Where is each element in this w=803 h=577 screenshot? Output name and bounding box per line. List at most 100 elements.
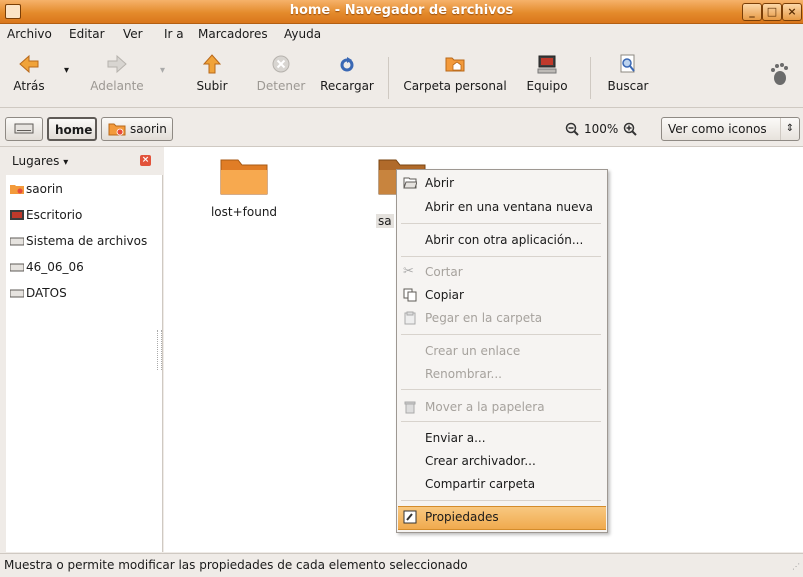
zoom-in-icon[interactable] [623, 122, 637, 136]
sidebar-header-label: Lugares [12, 154, 60, 168]
home-folder-icon [108, 123, 126, 136]
copy-icon [403, 288, 417, 302]
reload-icon [340, 57, 354, 72]
home-folder-label: Carpeta personal [403, 79, 507, 93]
view-mode-select[interactable]: Ver como iconos ⇕ [661, 117, 800, 141]
menu-marcadores[interactable]: Marcadores [198, 27, 268, 41]
chevron-down-icon: ▾ [63, 157, 69, 168]
sidebar-item-escritorio[interactable]: Escritorio [10, 208, 82, 222]
paste-icon [404, 311, 416, 325]
menu-ayuda[interactable]: Ayuda [284, 27, 321, 41]
forward-arrow-icon [107, 54, 127, 74]
close-sidebar-icon[interactable]: × [140, 155, 151, 166]
folder-icon [220, 159, 268, 195]
menu-item-cut[interactable]: Cortar [425, 265, 463, 279]
sidebar: saorin Escritorio Sistema de archivos 46… [6, 175, 163, 552]
menu-separator [401, 389, 601, 390]
trash-icon [404, 401, 416, 414]
menu-ver[interactable]: Ver [123, 27, 143, 41]
sidebar-places-selector[interactable]: Lugares ▾ [12, 154, 68, 168]
zoom-out-icon[interactable] [565, 122, 579, 136]
up-button[interactable]: Subir [190, 51, 234, 103]
drive-icon [10, 237, 24, 246]
menu-item-open-new-window[interactable]: Abrir en una ventana nueva [425, 200, 593, 214]
file-name: sa [376, 214, 394, 228]
search-label: Buscar [607, 79, 649, 93]
updown-arrows-icon: ⇕ [780, 118, 799, 140]
menu-item-send-to[interactable]: Enviar a... [425, 431, 486, 445]
toolbar-separator [590, 57, 591, 99]
drive-icon [10, 263, 24, 272]
open-folder-icon [403, 177, 417, 189]
context-menu: Abrir Abrir en una ventana nueva Abrir c… [396, 169, 608, 533]
sidebar-item-label: Sistema de archivos [26, 234, 148, 248]
forward-button[interactable]: Adelante [82, 51, 152, 103]
menu-item-create-archive[interactable]: Crear archivador... [425, 454, 536, 468]
sidebar-item-label: DATOS [26, 286, 67, 300]
menu-separator [401, 500, 601, 501]
up-label: Subir [196, 79, 228, 93]
sidebar-resize-handle[interactable] [157, 330, 162, 370]
breadcrumb-saorin[interactable]: saorin [101, 117, 173, 141]
menu-separator [401, 223, 601, 224]
forward-label: Adelante [90, 79, 144, 93]
sidebar-item-datos[interactable]: DATOS [10, 286, 67, 300]
menu-separator [401, 334, 601, 335]
menu-ir-a[interactable]: Ir a [164, 27, 184, 41]
computer-icon [537, 55, 557, 74]
toolbar-separator [388, 57, 389, 99]
menu-item-open[interactable]: Abrir [425, 176, 454, 190]
zoom-level[interactable]: 100% [584, 122, 618, 136]
location-toggle-button[interactable] [5, 117, 43, 141]
sidebar-header: Lugares ▾ × [6, 147, 162, 175]
minimize-button[interactable]: _ [742, 3, 762, 21]
menu-separator [401, 256, 601, 257]
up-arrow-icon [202, 54, 222, 74]
menu-item-copy[interactable]: Copiar [425, 288, 464, 302]
search-icon [620, 54, 635, 73]
forward-history-chevron-icon[interactable]: ▾ [160, 65, 165, 76]
back-history-chevron-icon[interactable]: ▾ [64, 65, 69, 76]
close-button[interactable]: × [782, 3, 802, 21]
menu-item-paste[interactable]: Pegar en la carpeta [425, 311, 542, 325]
home-folder-icon [10, 185, 24, 194]
menu-item-open-with[interactable]: Abrir con otra aplicación... [425, 233, 583, 247]
back-arrow-icon [19, 54, 39, 74]
scissors-icon: ✂ [403, 264, 414, 279]
menu-item-share-folder[interactable]: Compartir carpeta [425, 477, 535, 491]
computer-label: Equipo [526, 79, 568, 93]
status-text: Muestra o permite modificar las propieda… [4, 558, 468, 572]
home-folder-icon [445, 57, 465, 72]
menu-item-rename[interactable]: Renombrar... [425, 367, 502, 381]
sidebar-item-label: Escritorio [26, 208, 83, 222]
computer-button[interactable]: Equipo [522, 51, 572, 103]
toolbar: Atrás ▾ Adelante ▾ Subir Detener Recarga… [0, 47, 803, 108]
search-button[interactable]: Buscar [600, 51, 656, 103]
menu-item-properties[interactable]: Propiedades [425, 510, 499, 524]
location-bar: home saorin 100% Ver como iconos ⇕ [0, 108, 803, 147]
menu-item-move-to-trash[interactable]: Mover a la papelera [425, 400, 545, 414]
sidebar-item-saorin[interactable]: saorin [10, 182, 63, 196]
menu-archivo[interactable]: Archivo [7, 27, 52, 41]
menu-editar[interactable]: Editar [69, 27, 105, 41]
reload-button[interactable]: Recargar [318, 51, 376, 103]
sidebar-item-sistema-de-archivos[interactable]: Sistema de archivos [10, 234, 147, 248]
properties-icon [403, 510, 417, 524]
sidebar-item-label: 46_06_06 [26, 260, 84, 274]
file-item-lost-found[interactable]: lost+found [194, 157, 294, 237]
home-folder-button[interactable]: Carpeta personal [398, 51, 512, 103]
status-bar: Muestra o permite modificar las propieda… [0, 553, 803, 577]
breadcrumb-saorin-label: saorin [130, 122, 167, 136]
window-title: home - Navegador de archivos [289, 3, 514, 18]
back-button[interactable]: Atrás [4, 51, 54, 103]
title-bar[interactable]: home - Navegador de archivos _ □ × [0, 0, 803, 24]
stop-button[interactable]: Detener [252, 51, 310, 103]
sidebar-item-46-06-06[interactable]: 46_06_06 [10, 260, 84, 274]
gnome-foot-icon [771, 63, 788, 85]
desktop-icon [10, 210, 24, 220]
resize-grip-icon[interactable]: ⋰ [792, 562, 800, 571]
breadcrumb-home[interactable]: home [47, 117, 97, 141]
drive-icon [10, 289, 24, 298]
menu-item-make-link[interactable]: Crear un enlace [425, 344, 520, 358]
maximize-button[interactable]: □ [762, 3, 782, 21]
